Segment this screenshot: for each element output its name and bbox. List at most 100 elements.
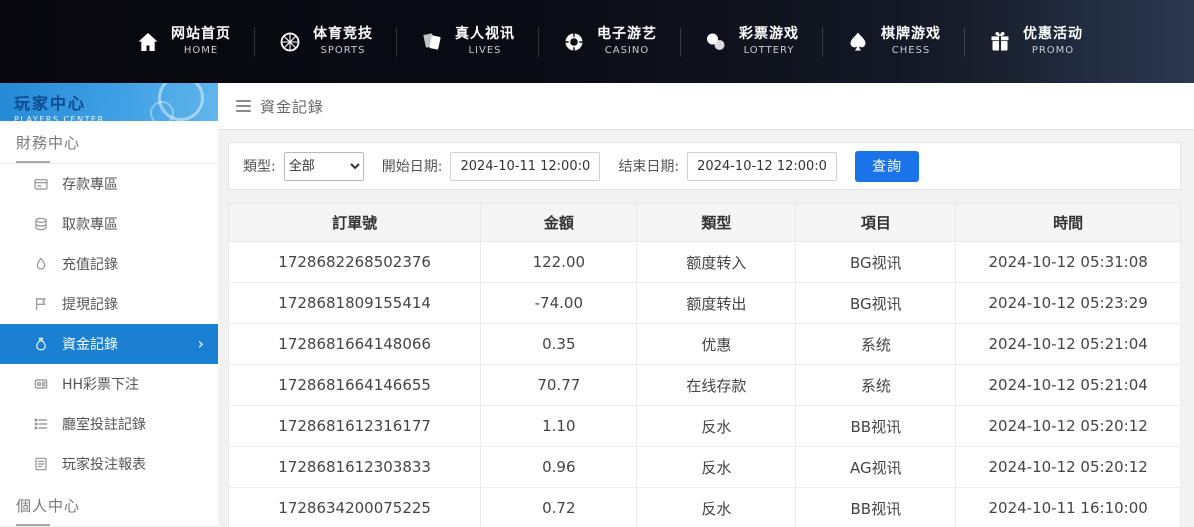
nav-title-lottery: 彩票游戏 bbox=[739, 26, 799, 44]
nav-item-lottery[interactable]: 彩票游戏 LOTTERY bbox=[680, 16, 822, 68]
sidebar-item-hall-bet-records[interactable]: 廳室投註記錄 bbox=[0, 404, 218, 444]
players-center-title: 玩家中心 bbox=[14, 90, 218, 114]
table-row: 1728681664146655 70.77 在线存款 系统 2024-10-1… bbox=[229, 365, 1181, 406]
sidebar-item-label: 提現記錄 bbox=[62, 294, 118, 314]
start-date-label: 開始日期: bbox=[382, 156, 443, 176]
list-icon bbox=[33, 416, 49, 432]
money-bag-icon bbox=[33, 336, 49, 352]
deposit-card-icon bbox=[33, 176, 49, 192]
cell-order-no: 1728681664146655 bbox=[229, 365, 481, 406]
nav-title-casino: 电子游艺 bbox=[597, 26, 657, 44]
sidebar-item-recharge-records[interactable]: 充值記錄 bbox=[0, 244, 218, 284]
type-select[interactable]: 全部 bbox=[284, 152, 364, 181]
sidebar-item-label: 取款專區 bbox=[62, 214, 118, 234]
column-header-time: 時間 bbox=[956, 204, 1181, 242]
lottery-balls-icon bbox=[703, 29, 729, 55]
sidebar-item-label: 資金記錄 bbox=[62, 334, 118, 354]
cell-item: AG视讯 bbox=[796, 447, 956, 488]
cell-amount: 0.96 bbox=[481, 447, 637, 488]
cell-time: 2024-10-12 05:21:04 bbox=[956, 365, 1181, 406]
nav-subtitle-promo: PROMO bbox=[1032, 45, 1074, 58]
sidebar-item-label: HH彩票下注 bbox=[62, 374, 139, 394]
column-header-amount: 金額 bbox=[481, 204, 637, 242]
nav-subtitle-lottery: LOTTERY bbox=[744, 45, 795, 58]
spade-icon bbox=[845, 29, 871, 55]
nav-subtitle-chess: CHESS bbox=[892, 45, 931, 58]
section-finance-center: 財務中心 bbox=[0, 121, 218, 164]
table-row: 1728681612316177 1.10 反水 BB视讯 2024-10-12… bbox=[229, 406, 1181, 447]
coins-icon bbox=[33, 216, 49, 232]
nav-item-sports[interactable]: 体育竞技 SPORTS bbox=[254, 16, 396, 68]
cell-order-no: 1728681809155414 bbox=[229, 283, 481, 324]
sidebar-item-hh-lottery-bets[interactable]: HH彩票下注 bbox=[0, 364, 218, 404]
menu-toggle-icon[interactable] bbox=[236, 100, 251, 112]
cell-item: 系统 bbox=[796, 324, 956, 365]
cell-amount: -74.00 bbox=[481, 283, 637, 324]
nav-item-promo[interactable]: 优惠活动 PROMO bbox=[964, 16, 1106, 68]
page-title: 資金記錄 bbox=[260, 96, 324, 117]
sidebar-item-label: 存款專區 bbox=[62, 174, 118, 194]
cell-time: 2024-10-12 05:21:04 bbox=[956, 324, 1181, 365]
table-row: 1728634200075225 0.72 反水 BB视讯 2024-10-11… bbox=[229, 488, 1181, 527]
table-row: 1728682268502376 122.00 额度转入 BG视讯 2024-1… bbox=[229, 242, 1181, 283]
table-header-row: 訂單號 金額 類型 項目 時間 bbox=[229, 204, 1181, 242]
cell-item: BG视讯 bbox=[796, 283, 956, 324]
playing-cards-icon bbox=[419, 29, 445, 55]
cell-amount: 122.00 bbox=[481, 242, 637, 283]
sidebar: 玩家中心 PLAYERS CENTER 財務中心 存款專區 取款專區 bbox=[0, 83, 218, 527]
gift-icon bbox=[987, 29, 1013, 55]
cell-time: 2024-10-12 05:20:12 bbox=[956, 447, 1181, 488]
cell-order-no: 1728682268502376 bbox=[229, 242, 481, 283]
sidebar-item-withdraw-zone[interactable]: 取款專區 bbox=[0, 204, 218, 244]
cell-order-no: 1728681664148066 bbox=[229, 324, 481, 365]
nav-subtitle-lives: LIVES bbox=[468, 45, 501, 58]
start-date-input[interactable] bbox=[450, 152, 600, 181]
cell-item: BB视讯 bbox=[796, 488, 956, 527]
nav-item-casino[interactable]: 电子游艺 CASINO bbox=[538, 16, 680, 68]
table-body: 1728682268502376 122.00 额度转入 BG视讯 2024-1… bbox=[229, 242, 1181, 527]
nav-title-home: 网站首页 bbox=[171, 26, 231, 44]
table-row: 1728681809155414 -74.00 额度转出 BG视讯 2024-1… bbox=[229, 283, 1181, 324]
casino-chip-icon bbox=[561, 29, 587, 55]
sidebar-menu: 存款專區 取款專區 充值記錄 提現記錄 bbox=[0, 164, 218, 484]
nav-title-chess: 棋牌游戏 bbox=[881, 26, 941, 44]
cell-time: 2024-10-12 05:23:29 bbox=[956, 283, 1181, 324]
nav-subtitle-sports: SPORTS bbox=[321, 45, 366, 58]
sidebar-item-label: 充值記錄 bbox=[62, 254, 118, 274]
sidebar-item-label: 玩家投注報表 bbox=[62, 454, 146, 474]
main-content: 資金記錄 類型: 全部 開始日期: 结束日期: 查詢 bbox=[218, 83, 1194, 527]
cell-order-no: 1728634200075225 bbox=[229, 488, 481, 527]
column-header-order-no: 訂單號 bbox=[229, 204, 481, 242]
nav-title-sports: 体育竞技 bbox=[313, 26, 373, 44]
players-center-header: 玩家中心 PLAYERS CENTER bbox=[0, 83, 218, 121]
home-icon bbox=[135, 29, 161, 55]
cell-time: 2024-10-12 05:31:08 bbox=[956, 242, 1181, 283]
ticket-icon bbox=[33, 376, 49, 392]
cell-order-no: 1728681612316177 bbox=[229, 406, 481, 447]
cell-amount: 70.77 bbox=[481, 365, 637, 406]
table-row: 1728681612303833 0.96 反水 AG视讯 2024-10-12… bbox=[229, 447, 1181, 488]
type-label: 類型: bbox=[243, 156, 276, 176]
nav-item-home[interactable]: 网站首页 HOME bbox=[112, 16, 254, 68]
cell-order-no: 1728681612303833 bbox=[229, 447, 481, 488]
nav-subtitle-home: HOME bbox=[184, 45, 218, 58]
top-navigation: 网站首页 HOME 体育竞技 SPORTS 真人视讯 LIVES 电子游艺 CA… bbox=[0, 0, 1194, 83]
report-document-icon bbox=[33, 456, 49, 472]
nav-item-lives[interactable]: 真人视讯 LIVES bbox=[396, 16, 538, 68]
cell-time: 2024-10-12 05:20:12 bbox=[956, 406, 1181, 447]
sidebar-item-deposit-zone[interactable]: 存款專區 bbox=[0, 164, 218, 204]
column-header-type: 類型 bbox=[637, 204, 796, 242]
sidebar-item-label: 廳室投註記錄 bbox=[62, 414, 146, 434]
sidebar-item-player-bet-report[interactable]: 玩家投注報表 bbox=[0, 444, 218, 484]
sports-ball-icon bbox=[277, 29, 303, 55]
breadcrumb: 資金記錄 bbox=[218, 83, 1194, 130]
end-date-input[interactable] bbox=[687, 152, 837, 181]
cell-amount: 0.72 bbox=[481, 488, 637, 527]
cell-type: 反水 bbox=[637, 488, 796, 527]
query-button[interactable]: 查詢 bbox=[855, 151, 919, 182]
droplet-icon bbox=[33, 256, 49, 272]
sidebar-item-withdrawal-records[interactable]: 提現記錄 bbox=[0, 284, 218, 324]
nav-item-chess[interactable]: 棋牌游戏 CHESS bbox=[822, 16, 964, 68]
chevron-right-icon: › bbox=[198, 336, 204, 352]
sidebar-item-funds-records[interactable]: 資金記錄 › bbox=[0, 324, 218, 364]
